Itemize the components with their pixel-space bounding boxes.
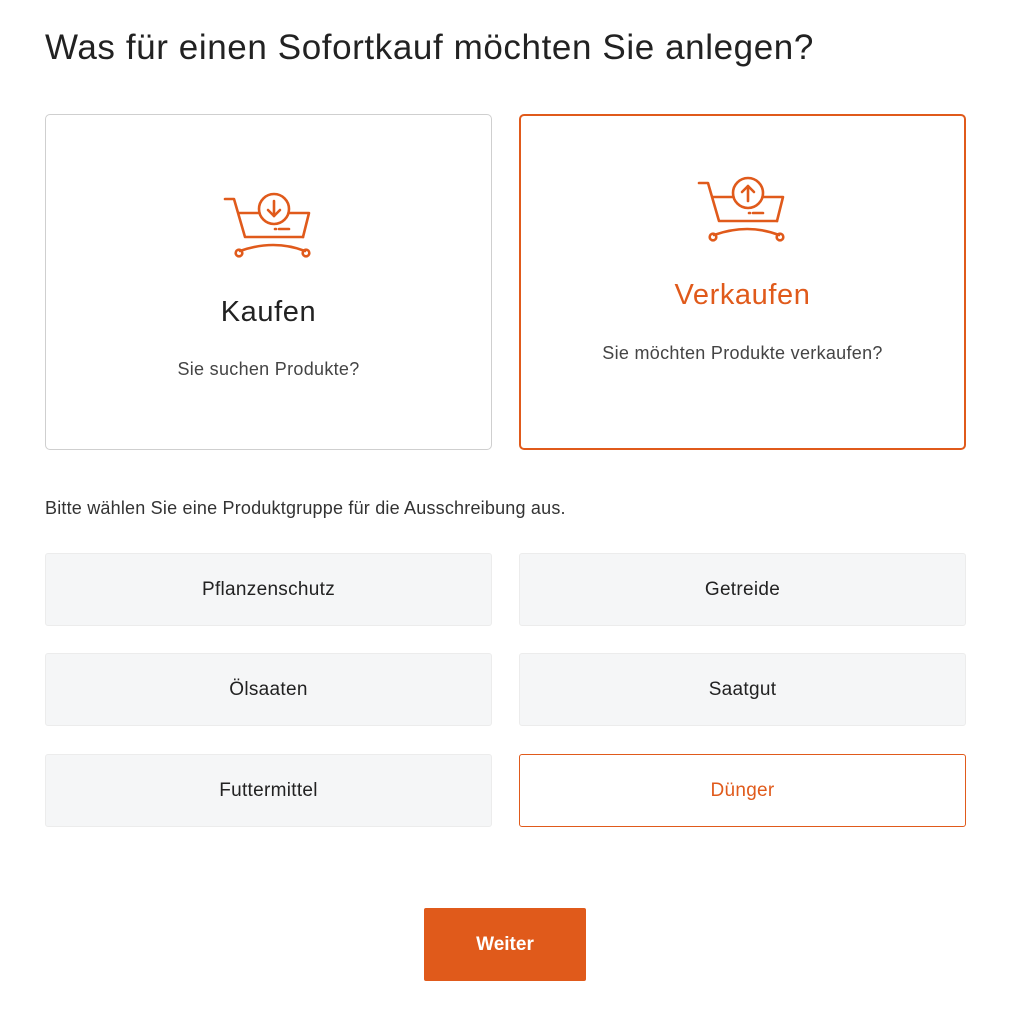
product-group-label: Ölsaaten [229, 678, 308, 700]
buy-option-title: Kaufen [220, 296, 317, 328]
sell-option-card[interactable]: Verkaufen Sie möchten Produkte verkaufen… [519, 114, 966, 450]
product-group-label: Pflanzenschutz [201, 578, 336, 600]
cart-download-icon [223, 192, 311, 258]
next-button[interactable]: Weiter [424, 908, 586, 981]
sell-option-title: Verkaufen [674, 279, 811, 311]
buy-option-card[interactable]: Kaufen Sie suchen Produkte? [45, 114, 492, 450]
product-group-duenger[interactable]: Dünger [519, 754, 966, 827]
page-title: Was für einen Sofortkauf möchten Sie anl… [45, 28, 814, 67]
product-group-label: Futtermittel [219, 779, 318, 801]
sell-option-subtitle: Sie möchten Produkte verkaufen? [602, 343, 883, 363]
buy-option-subtitle: Sie suchen Produkte? [177, 359, 360, 379]
product-group-pflanzenschutz[interactable]: Pflanzenschutz [45, 553, 492, 626]
product-group-label: Getreide [704, 578, 781, 600]
product-group-oelsaaten[interactable]: Ölsaaten [45, 653, 492, 726]
product-group-label: Dünger [710, 779, 775, 801]
product-group-instruction: Bitte wählen Sie eine Produktgruppe für … [45, 498, 566, 518]
product-group-label: Saatgut [708, 678, 777, 700]
product-group-getreide[interactable]: Getreide [519, 553, 966, 626]
product-group-saatgut[interactable]: Saatgut [519, 653, 966, 726]
product-group-futtermittel[interactable]: Futtermittel [45, 754, 492, 827]
cart-upload-icon [697, 176, 785, 242]
page: Was für einen Sofortkauf möchten Sie anl… [0, 0, 1024, 1024]
